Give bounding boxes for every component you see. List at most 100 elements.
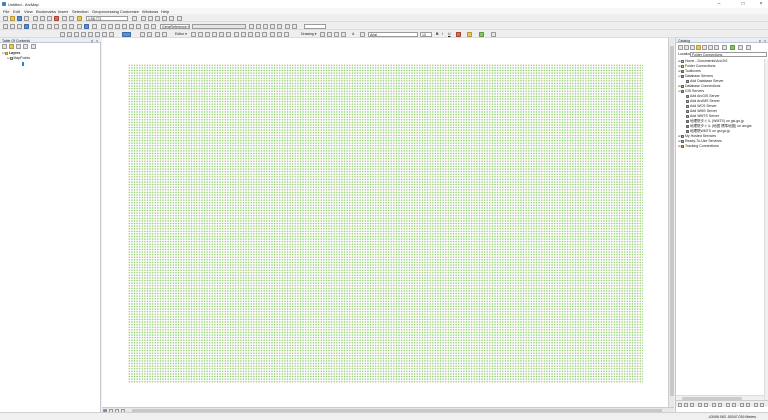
go-forward-icon[interactable] <box>54 23 59 29</box>
layout-zoom-out-icon[interactable] <box>67 31 72 37</box>
point-tool-icon[interactable] <box>226 31 231 37</box>
edit-tool-icon[interactable] <box>191 31 196 37</box>
list-by-visibility-icon[interactable] <box>16 43 21 49</box>
focus-frame-icon[interactable] <box>140 31 145 37</box>
font-size-combo[interactable]: 10 <box>420 31 432 37</box>
catalog-window-icon[interactable] <box>148 15 153 21</box>
delete-icon[interactable] <box>54 15 59 21</box>
layout-back-icon[interactable] <box>95 31 100 37</box>
sketch-properties-icon[interactable] <box>277 31 282 37</box>
close-button[interactable]: × <box>754 0 768 8</box>
split-tool-icon[interactable] <box>255 31 260 37</box>
editor-toolbar-icon[interactable] <box>132 15 137 21</box>
edit-vertices-draw-icon[interactable] <box>360 31 365 37</box>
map-scale-combo[interactable]: 1:58,771 <box>86 15 128 21</box>
swipe-icon[interactable] <box>144 23 149 29</box>
marker-color-icon[interactable] <box>491 31 496 37</box>
list-by-source-icon[interactable] <box>9 43 14 49</box>
connect-folder-icon[interactable] <box>696 44 701 50</box>
rotate-tool-icon[interactable] <box>262 31 267 37</box>
straight-segment-icon[interactable] <box>205 31 210 37</box>
model-builder-icon[interactable] <box>177 15 182 21</box>
drawing-menu[interactable]: Drawing ▾ <box>301 32 317 36</box>
georef-tool-1-icon[interactable] <box>249 23 254 29</box>
new-map-icon[interactable] <box>3 15 8 21</box>
create-features-icon[interactable] <box>284 31 289 37</box>
catalog-bottom-tool-4-icon[interactable] <box>698 402 702 407</box>
change-layout-icon[interactable] <box>147 31 152 37</box>
search-window-icon[interactable] <box>155 15 160 21</box>
copy-icon[interactable] <box>40 15 45 21</box>
select-elements-draw-icon[interactable] <box>320 31 325 37</box>
catalog-bottom-tool-7-icon[interactable] <box>718 402 722 407</box>
layout-forward-icon[interactable] <box>102 31 107 37</box>
reshape-feature-icon[interactable] <box>241 31 246 37</box>
layout-zoom-in-icon[interactable] <box>60 31 65 37</box>
line-color-icon[interactable] <box>479 31 484 37</box>
zoom-to-selected-elements-icon[interactable] <box>334 31 339 37</box>
find-route-icon[interactable] <box>122 23 127 29</box>
html-popup-icon[interactable] <box>101 23 106 29</box>
layer-dropdown[interactable]: GeneReference lyr <box>160 23 190 29</box>
georef-tool-3-icon[interactable] <box>263 23 268 29</box>
catalog-pin-button[interactable]: ♯ <box>759 39 761 43</box>
cut-icon[interactable] <box>33 15 38 21</box>
catalog-item[interactable]: ⊞ Tracking Connections <box>678 144 719 149</box>
fill-color-icon[interactable] <box>467 31 472 37</box>
zoom-percent-combo[interactable] <box>304 23 326 29</box>
toc-options-icon[interactable] <box>31 43 36 49</box>
toc-close-button[interactable]: × <box>96 39 98 43</box>
text-tool[interactable]: A <box>352 32 354 36</box>
go-back-icon[interactable] <box>47 23 52 29</box>
georef-tool-5-icon[interactable] <box>277 23 282 29</box>
georef-tool-4-icon[interactable] <box>270 23 275 29</box>
layer-visibility-checkbox[interactable] <box>9 56 13 60</box>
rectangle-draw-icon[interactable] <box>341 31 346 37</box>
print-preview-icon[interactable] <box>162 31 167 37</box>
catalog-options-icon[interactable] <box>722 44 727 50</box>
layout-pan-icon[interactable] <box>74 31 79 37</box>
italic-button[interactable]: I <box>442 32 443 36</box>
map-vertical-scrollbar[interactable] <box>668 38 674 407</box>
catalog-bottom-tool-13-icon[interactable] <box>760 402 764 407</box>
catalog-bottom-tool-6-icon[interactable] <box>712 402 716 407</box>
toc-layer-row[interactable]: ⊟ MapPoints <box>7 56 30 61</box>
end-point-arc-icon[interactable] <box>212 31 217 37</box>
back-icon[interactable] <box>678 44 683 50</box>
zoom-out-icon[interactable] <box>10 23 15 29</box>
select-elements-icon[interactable] <box>77 23 82 29</box>
measure-icon[interactable] <box>108 23 113 29</box>
location-input[interactable]: Folder Connections <box>690 51 767 57</box>
home-icon[interactable] <box>708 44 713 50</box>
zoom-in-icon[interactable] <box>3 23 8 29</box>
select-features-icon[interactable] <box>62 23 67 29</box>
arctoolbox-icon[interactable] <box>162 15 167 21</box>
attributes-icon[interactable] <box>270 31 275 37</box>
catalog-bottom-tool-2-icon[interactable] <box>684 402 688 407</box>
maximize-button[interactable]: □ <box>736 0 750 8</box>
viewer-icon[interactable] <box>151 23 156 29</box>
target-layer-dropdown[interactable] <box>192 23 246 29</box>
catalog-bottom-tool-8-icon[interactable] <box>726 402 730 407</box>
full-extent-icon[interactable] <box>24 23 29 29</box>
identify-icon[interactable] <box>84 23 89 29</box>
list-by-drawing-order-icon[interactable] <box>2 43 7 49</box>
undo-icon[interactable] <box>62 15 67 21</box>
pan-icon[interactable] <box>17 23 22 29</box>
zoom-100-icon[interactable] <box>88 31 93 37</box>
bold-button[interactable]: B <box>436 32 439 36</box>
font-color-icon[interactable] <box>456 31 461 37</box>
add-data-icon[interactable] <box>77 15 82 21</box>
cut-polygons-icon[interactable] <box>248 31 253 37</box>
print-icon[interactable] <box>24 15 29 21</box>
trace-icon[interactable] <box>219 31 224 37</box>
save-icon[interactable] <box>17 15 22 21</box>
minimize-button[interactable]: – <box>712 0 726 8</box>
catalog-vertical-scrollbar[interactable] <box>764 59 768 400</box>
disconnect-folder-icon[interactable] <box>702 44 707 50</box>
catalog-close-button[interactable]: × <box>764 39 766 43</box>
table-of-contents-icon[interactable] <box>141 15 146 21</box>
catalog-bottom-tool-10-icon[interactable] <box>740 402 744 407</box>
catalog-bottom-tool-5-icon[interactable] <box>704 402 708 407</box>
fixed-zoom-in-icon[interactable] <box>32 23 37 29</box>
